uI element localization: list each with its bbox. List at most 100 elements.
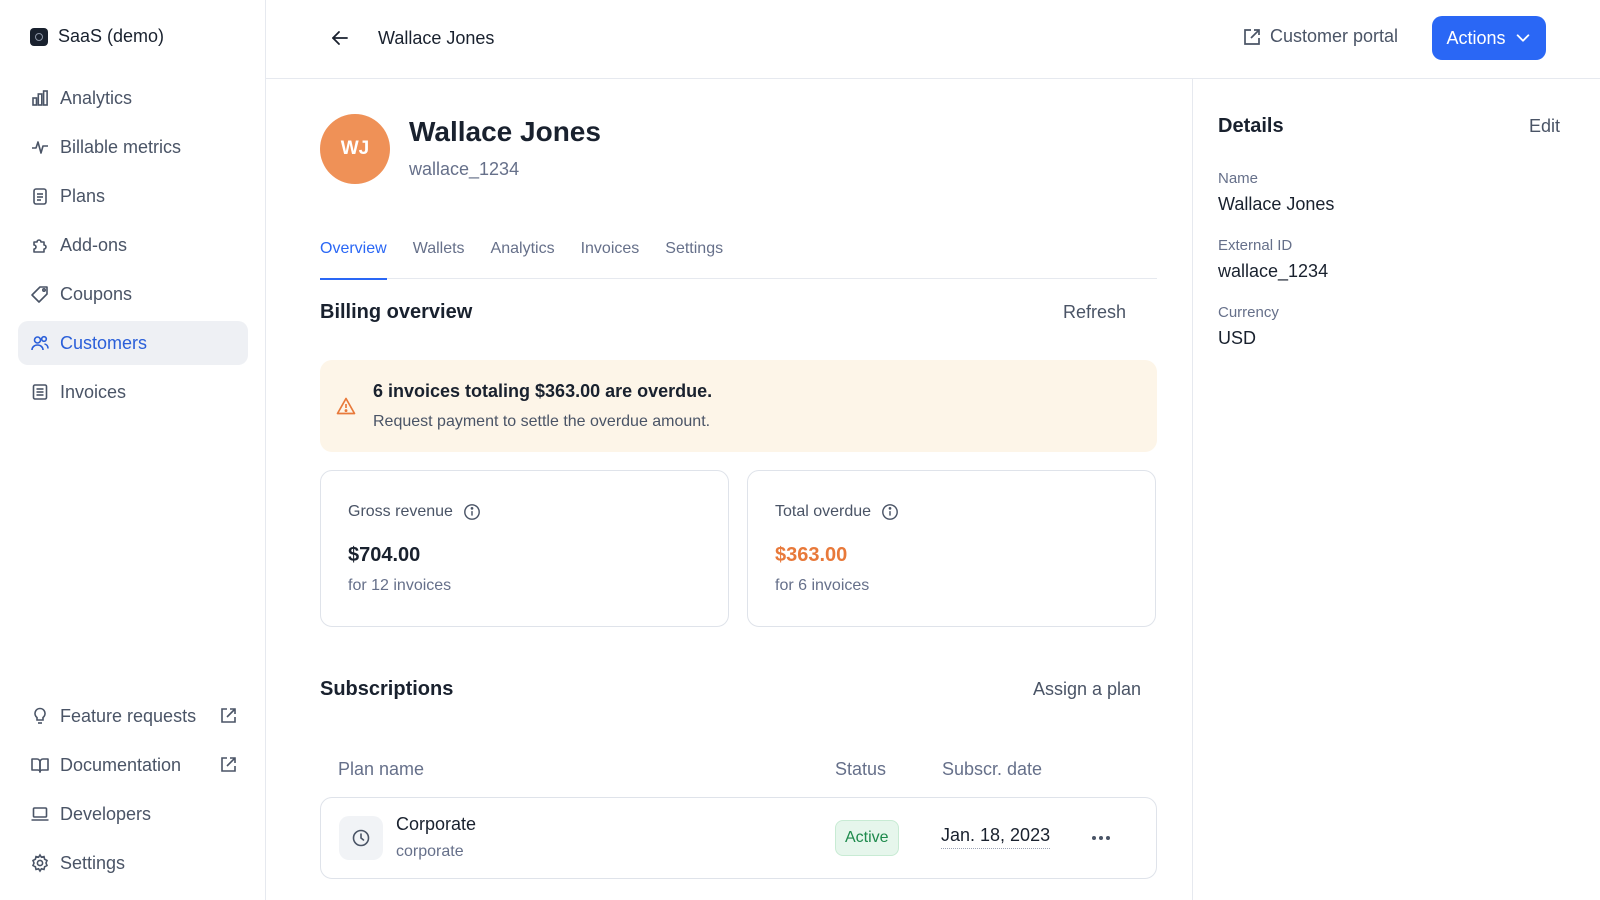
plan-code: corporate — [396, 843, 464, 860]
edit-details-button[interactable]: Edit — [1529, 116, 1560, 137]
sidebar-item-plans[interactable]: Plans — [18, 174, 248, 218]
actions-button[interactable]: Actions — [1432, 16, 1546, 60]
back-arrow-icon[interactable] — [328, 26, 352, 50]
detail-value-external-id: wallace_1234 — [1218, 261, 1329, 281]
sidebar-item-documentation[interactable]: Documentation — [18, 743, 248, 787]
sidebar-item-coupons[interactable]: Coupons — [18, 272, 248, 316]
sidebar-item-label: Developers — [60, 803, 152, 824]
tab-wallets[interactable]: Wallets — [413, 237, 465, 279]
clock-icon — [352, 829, 370, 847]
actions-label: Actions — [1446, 27, 1506, 48]
warning-icon — [336, 397, 356, 415]
overdue-alert: 6 invoices totaling $363.00 are overdue.… — [320, 360, 1157, 452]
details-panel: Details Edit Name Wallace Jones External… — [1192, 79, 1600, 900]
plan-icon — [339, 816, 383, 860]
customer-tabs: Overview Wallets Analytics Invoices Sett… — [320, 237, 1157, 280]
page-header: Wallace Jones Customer portal Actions — [266, 0, 1600, 79]
tab-overview[interactable]: Overview — [320, 237, 387, 280]
gear-icon — [31, 853, 49, 873]
alert-title: 6 invoices totaling $363.00 are overdue. — [373, 381, 713, 401]
bar-chart-icon — [32, 90, 48, 106]
subscriptions-title: Subscriptions — [320, 678, 454, 700]
tab-settings[interactable]: Settings — [665, 237, 723, 279]
sidebar-item-label: Invoices — [60, 381, 127, 402]
laptop-icon — [31, 807, 49, 821]
pulse-icon — [32, 141, 48, 154]
sidebar-item-add-ons[interactable]: Add-ons — [18, 223, 248, 267]
sidebar-item-label: Add-ons — [60, 234, 128, 255]
header-title: Wallace Jones — [378, 28, 495, 48]
chevron-down-icon — [1516, 34, 1529, 42]
book-icon — [31, 758, 49, 773]
customer-portal-label: Customer portal — [1270, 26, 1399, 46]
info-icon[interactable] — [463, 503, 481, 521]
lightbulb-icon — [34, 707, 46, 724]
sidebar-item-feature-requests[interactable]: Feature requests — [18, 694, 248, 738]
gross-revenue-label-row: Gross revenue — [348, 503, 481, 521]
sidebar-item-label: Customers — [60, 332, 148, 353]
sidebar-item-analytics[interactable]: Analytics — [18, 76, 248, 120]
clipboard-icon — [33, 188, 47, 205]
alert-subtitle: Request payment to settle the overdue am… — [373, 413, 711, 430]
total-overdue-value: $363.00 — [775, 544, 848, 566]
details-title: Details — [1218, 115, 1284, 137]
main-content: WJ Wallace Jones wallace_1234 Overview W… — [266, 79, 1192, 900]
sidebar-item-label: Analytics — [60, 87, 133, 108]
sidebar-item-invoices[interactable]: Invoices — [18, 370, 248, 414]
gross-revenue-value: $704.00 — [348, 544, 421, 566]
org-switcher[interactable]: SaaS (demo) — [30, 26, 164, 47]
status-badge: Active — [835, 820, 899, 856]
tab-analytics[interactable]: Analytics — [491, 237, 555, 279]
customer-external-id: wallace_1234 — [409, 159, 520, 179]
detail-label-currency: Currency — [1218, 304, 1279, 321]
puzzle-icon — [33, 239, 47, 253]
column-header-subscr-date: Subscr. date — [942, 759, 1043, 779]
sidebar-item-settings[interactable]: Settings — [18, 841, 248, 885]
users-icon — [31, 335, 49, 351]
detail-value-name: Wallace Jones — [1218, 194, 1335, 214]
sidebar: SaaS (demo) Analytics Billable metrics P… — [0, 0, 266, 900]
subscription-date: Jan. 18, 2023 — [941, 825, 1051, 849]
sidebar-item-label: Feature requests — [60, 705, 197, 726]
billing-overview-title: Billing overview — [320, 301, 473, 323]
secondary-nav: Feature requests Documentation Developer… — [18, 694, 248, 890]
detail-label-external-id: External ID — [1218, 237, 1293, 254]
ellipsis-icon — [1092, 836, 1110, 840]
gross-revenue-card: Gross revenue $704.00 for 12 invoices — [320, 470, 729, 627]
refresh-button[interactable]: Refresh — [1063, 302, 1126, 323]
total-overdue-label-row: Total overdue — [775, 503, 899, 521]
main-nav: Analytics Billable metrics Plans Add-ons… — [18, 76, 248, 419]
gross-revenue-label: Gross revenue — [348, 503, 453, 520]
column-header-plan-name: Plan name — [338, 759, 425, 779]
sidebar-item-billable-metrics[interactable]: Billable metrics — [18, 125, 248, 169]
avatar: WJ — [320, 114, 390, 184]
sidebar-item-label: Settings — [60, 852, 126, 873]
column-header-status: Status — [835, 759, 887, 779]
table-row[interactable]: Corporate corporate Active Jan. 18, 2023 — [320, 797, 1157, 879]
sidebar-item-developers[interactable]: Developers — [18, 792, 248, 836]
sidebar-item-label: Plans — [60, 185, 106, 206]
total-overdue-label: Total overdue — [775, 503, 872, 520]
info-icon[interactable] — [881, 503, 899, 521]
assign-plan-button[interactable]: Assign a plan — [1033, 679, 1141, 700]
tag-icon — [31, 286, 48, 303]
total-overdue-sub: for 6 invoices — [775, 577, 870, 594]
external-link-icon — [1244, 28, 1260, 45]
tab-invoices[interactable]: Invoices — [581, 237, 640, 279]
org-name: SaaS (demo) — [58, 26, 165, 46]
sidebar-item-customers[interactable]: Customers — [18, 321, 248, 365]
sidebar-item-label: Billable metrics — [60, 136, 182, 157]
detail-label-name: Name — [1218, 170, 1259, 187]
sidebar-item-label: Coupons — [60, 283, 133, 304]
detail-value-currency: USD — [1218, 328, 1257, 348]
customer-portal-link[interactable]: Customer portal — [1242, 26, 1398, 47]
customer-name: Wallace Jones — [409, 116, 601, 147]
more-options-button[interactable] — [1087, 824, 1115, 852]
sidebar-item-label: Documentation — [60, 754, 182, 775]
total-overdue-card: Total overdue $363.00 for 6 invoices — [747, 470, 1156, 627]
external-link-icon — [221, 708, 236, 723]
gross-revenue-sub: for 12 invoices — [348, 577, 452, 594]
external-link-icon — [221, 757, 236, 772]
org-logo-icon — [30, 27, 48, 46]
plan-name: Corporate — [396, 814, 477, 834]
